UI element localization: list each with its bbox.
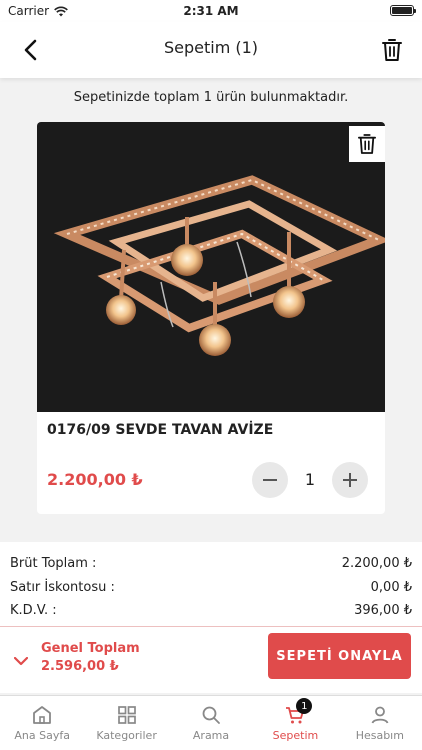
- expand-totals-toggle[interactable]: [13, 651, 29, 670]
- tab-label: Arama: [192, 729, 230, 742]
- brut-total-label: Brüt Toplam :: [10, 556, 97, 571]
- page-title: Sepetim (1): [163, 38, 259, 57]
- cart-item-card: 0176/09 SEVDE TAVAN AVİZE 2.200,00 ₺ 1: [37, 122, 385, 514]
- grand-total-label: Genel Toplam: [41, 641, 140, 656]
- kdv-value: 396,00 ₺: [354, 603, 412, 618]
- search-icon: [202, 706, 220, 724]
- product-price: 2.200,00 ₺: [47, 470, 143, 489]
- discount-label: Satır İskontosu :: [10, 580, 115, 595]
- kdv-label: K.D.V. :: [10, 603, 57, 618]
- trash-icon: [382, 39, 402, 61]
- quantity-increase-button[interactable]: [332, 462, 368, 498]
- tab-bar: Ana Sayfa Kategoriler Arama 1 Sepetim He…: [0, 695, 422, 750]
- user-icon: [371, 706, 389, 724]
- cart-badge: 1: [296, 698, 313, 714]
- confirm-cart-button[interactable]: SEPETİ ONAYLA: [268, 633, 411, 679]
- grid-icon: [117, 706, 136, 724]
- tab-label: Ana Sayfa: [14, 729, 70, 742]
- tab-categories[interactable]: Kategoriler: [84, 696, 168, 750]
- brut-total-value: 2.200,00 ₺: [341, 556, 412, 571]
- trash-icon: [358, 134, 376, 154]
- chevron-down-icon: [13, 656, 29, 666]
- plus-icon: [343, 473, 357, 487]
- grand-total-value: 2.596,00 ₺: [41, 659, 119, 674]
- tab-home[interactable]: Ana Sayfa: [0, 696, 84, 750]
- tab-label: Kategoriler: [96, 729, 157, 742]
- clear-cart-button[interactable]: [376, 34, 408, 66]
- chandelier-illustration: [53, 175, 385, 356]
- quantity-decrease-button[interactable]: [252, 462, 288, 498]
- navigation-bar: Sepetim (1): [0, 22, 422, 78]
- status-time: 2:31 AM: [183, 4, 239, 18]
- cart-summary-text: Sepetinizde toplam 1 ürün bulunmaktadır.: [73, 90, 349, 105]
- tab-account[interactable]: Hesabım: [338, 696, 422, 750]
- status-bar: Carrier 2:31 AM: [0, 0, 422, 22]
- tab-label: Sepetim: [272, 729, 319, 742]
- tab-label: Hesabım: [355, 729, 404, 742]
- discount-row: Satır İskontosu : 0,00 ₺: [10, 580, 412, 595]
- product-image[interactable]: [37, 122, 385, 412]
- remove-item-button[interactable]: [349, 126, 385, 162]
- product-name[interactable]: 0176/09 SEVDE TAVAN AVİZE: [47, 422, 273, 438]
- kdv-row: K.D.V. : 396,00 ₺: [10, 603, 412, 618]
- tab-search[interactable]: Arama: [169, 696, 253, 750]
- battery-icon: [390, 5, 416, 16]
- home-icon: [33, 706, 52, 724]
- checkout-bar: Genel Toplam 2.596,00 ₺ SEPETİ ONAYLA: [0, 627, 422, 693]
- minus-icon: [263, 479, 277, 481]
- tab-cart[interactable]: 1 Sepetim: [253, 696, 337, 750]
- discount-value: 0,00 ₺: [370, 580, 412, 595]
- brut-total-row: Brüt Toplam : 2.200,00 ₺: [10, 556, 412, 571]
- totals-panel: Brüt Toplam : 2.200,00 ₺ Satır İskontosu…: [0, 542, 422, 626]
- quantity-value: 1: [304, 470, 316, 489]
